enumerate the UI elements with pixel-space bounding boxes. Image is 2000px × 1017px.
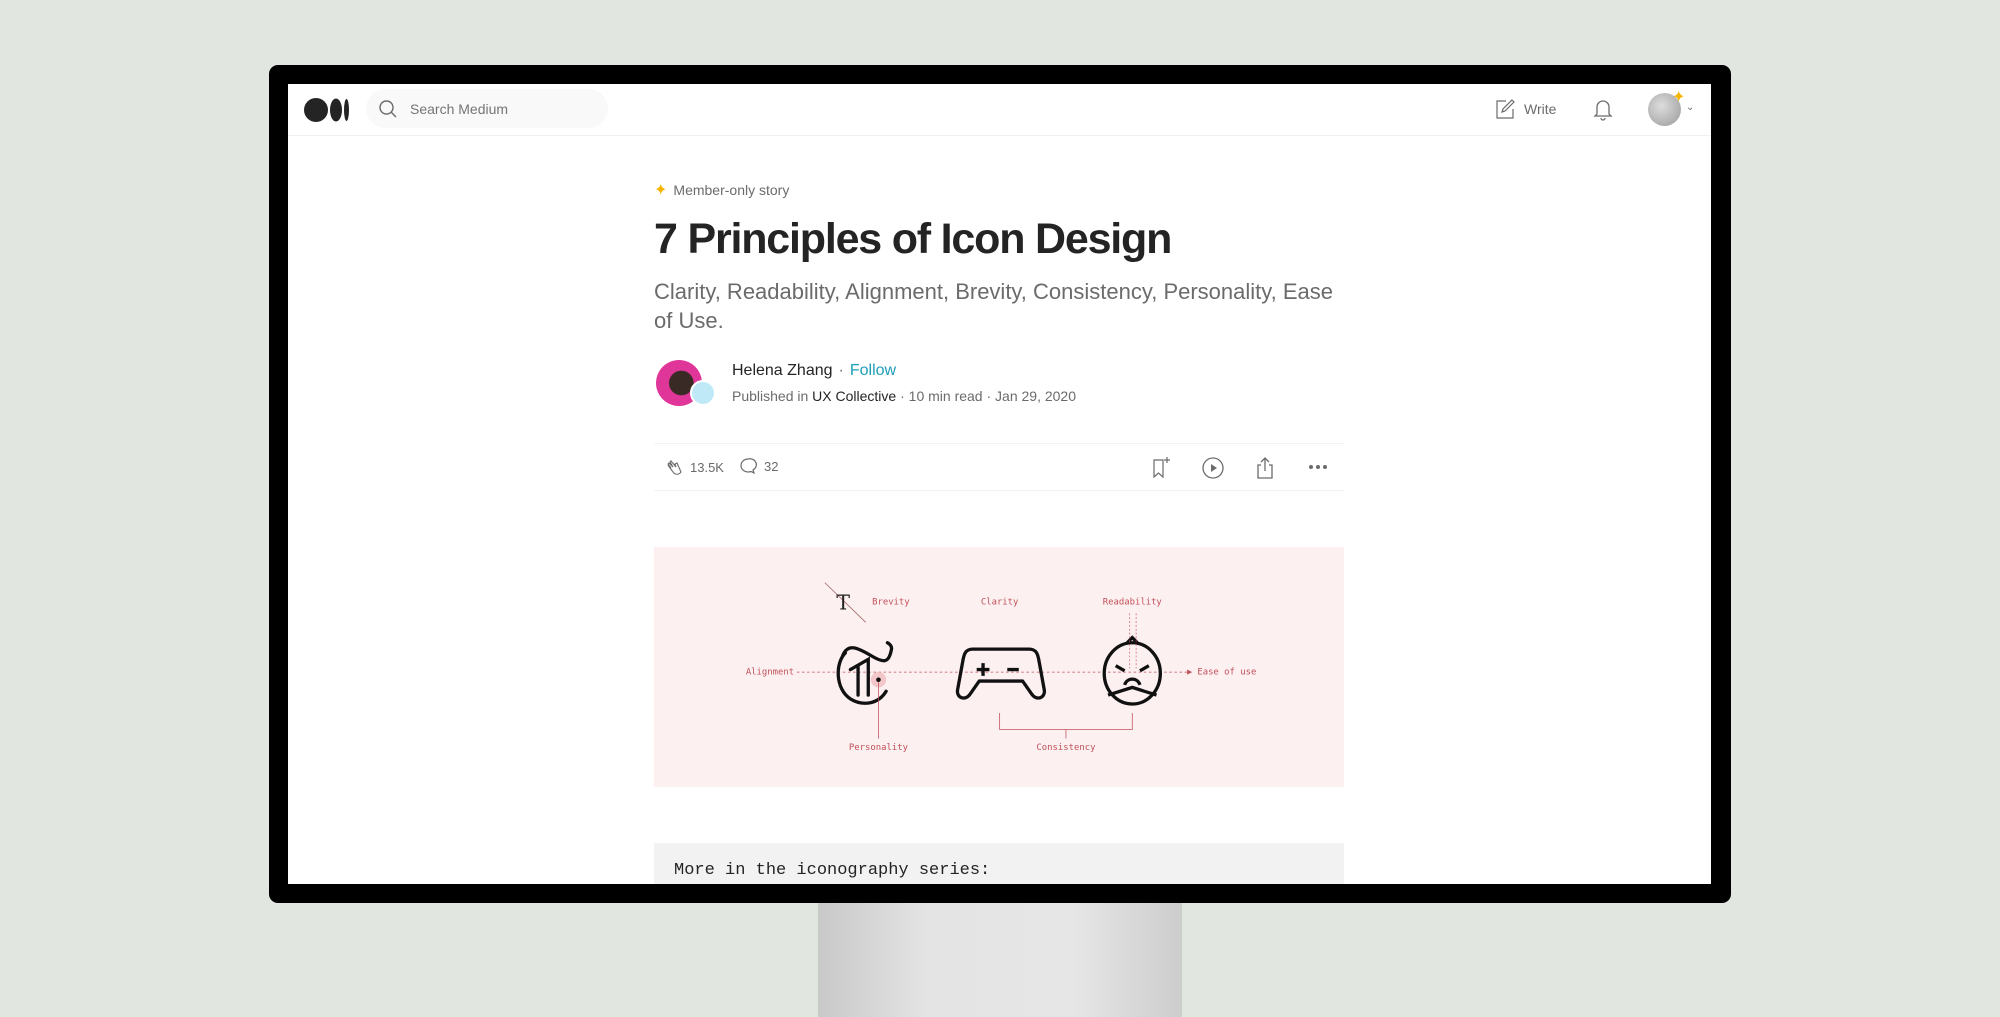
label-readability: Readability	[1103, 597, 1163, 607]
bookmark-add-icon[interactable]	[1150, 456, 1172, 480]
share-icon[interactable]	[1254, 456, 1276, 480]
label-clarity: Clarity	[981, 597, 1019, 607]
clap-icon	[667, 460, 682, 475]
author-name[interactable]: Helena Zhang	[732, 362, 833, 379]
label-consistency: Consistency	[1036, 743, 1096, 753]
action-bar: 13.5K 32	[654, 443, 1344, 491]
label-brevity: Brevity	[872, 597, 910, 607]
label-alignment: Alignment	[746, 668, 794, 678]
code-block: More in the iconography series:	[654, 843, 1344, 884]
article-hero-figure: T Brevity Clarity Readability Alignment …	[654, 547, 1344, 787]
follow-button[interactable]: Follow	[850, 362, 896, 379]
article-subtitle: Clarity, Readability, Alignment, Brevity…	[654, 279, 1334, 333]
search-box[interactable]	[366, 89, 608, 128]
svg-text:T: T	[836, 591, 850, 615]
clap-count: 13.5K	[690, 459, 724, 475]
published-in-label: Published in	[732, 388, 809, 404]
publication-link[interactable]: UX Collective	[812, 388, 896, 404]
publication-avatar[interactable]	[690, 380, 716, 406]
chevron-down-icon[interactable]: ⌄	[1686, 102, 1694, 113]
label-ease-of-use: Ease of use	[1197, 668, 1256, 678]
author-line: Helena Zhang · Follow	[732, 362, 897, 379]
personality-dot	[876, 677, 881, 683]
clap-button[interactable]: 13.5K	[662, 456, 724, 478]
medium-logo[interactable]	[304, 98, 350, 122]
member-only-badge: ✦ Member-only story	[654, 180, 789, 200]
member-only-label: Member-only story	[673, 182, 790, 198]
member-star-icon: ✦	[654, 182, 668, 199]
search-icon	[379, 99, 397, 117]
write-icon	[1496, 99, 1515, 119]
response-count: 32	[764, 458, 779, 474]
article-title: 7 Principles of Icon Design	[654, 215, 1172, 263]
top-nav: Write ✦ ⌄	[288, 84, 1711, 136]
search-input[interactable]	[410, 100, 590, 117]
publish-date: Jan 29, 2020	[995, 388, 1077, 404]
listen-play-icon[interactable]	[1201, 456, 1225, 480]
responses-button[interactable]: 32	[738, 456, 778, 476]
browser-screen: Write ✦ ⌄ ✦ Member-only story 7 Principle…	[288, 84, 1711, 884]
notification-bell-icon[interactable]	[1592, 97, 1614, 121]
more-options-icon[interactable]	[1308, 464, 1328, 470]
label-personality: Personality	[849, 743, 909, 753]
write-button[interactable]: Write	[1494, 98, 1556, 120]
monitor-stand	[818, 900, 1182, 1017]
read-time: 10 min read	[908, 388, 983, 404]
write-label: Write	[1524, 101, 1557, 117]
article-meta: Published in UX Collective · 10 min read…	[732, 388, 1077, 404]
comment-icon	[740, 458, 757, 475]
member-star-icon: ✦	[1672, 89, 1686, 106]
